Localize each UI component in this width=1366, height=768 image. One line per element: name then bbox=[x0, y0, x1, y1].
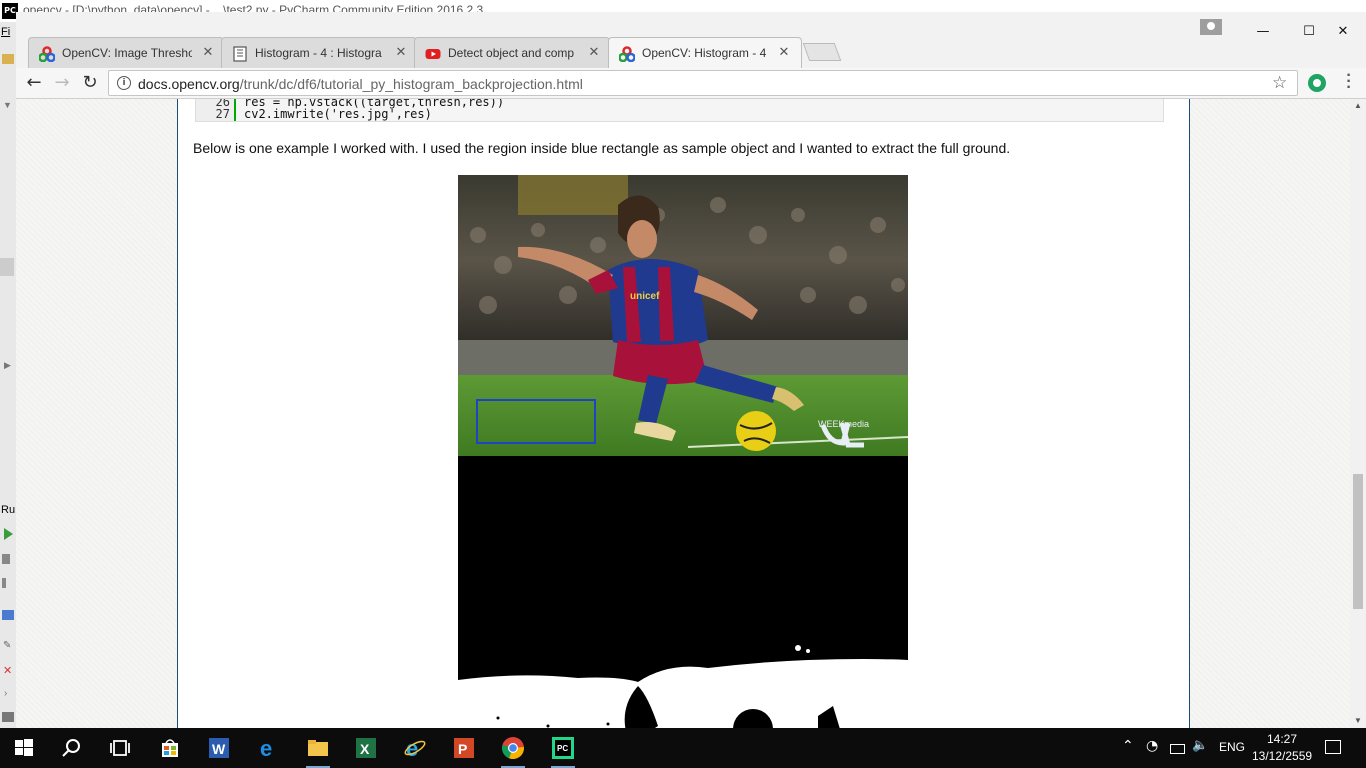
info-icon[interactable]: i bbox=[117, 76, 131, 90]
search-icon[interactable] bbox=[60, 736, 84, 760]
svg-text:PC: PC bbox=[557, 744, 568, 753]
new-tab-button[interactable] bbox=[802, 43, 842, 61]
scroll-down-icon[interactable]: ▼ bbox=[1350, 714, 1366, 728]
tab-title: Histogram - 4 : Histogra bbox=[255, 46, 382, 60]
page-viewport: 26 res = np.vstack((target,thresh,res)) … bbox=[16, 99, 1350, 728]
mask-illustration bbox=[458, 645, 908, 728]
close-icon[interactable]: ✕ bbox=[587, 44, 601, 60]
reload-button[interactable]: ↻ bbox=[79, 72, 101, 94]
opencv-logo-icon bbox=[619, 46, 635, 62]
back-button[interactable]: ← bbox=[23, 72, 45, 94]
pycharm-pin-icon[interactable]: ✎ bbox=[3, 640, 11, 651]
tab-histogram-4[interactable]: Histogram - 4 : Histogra ✕ bbox=[221, 37, 417, 68]
pycharm-collapse-icon[interactable]: ▼ bbox=[3, 100, 12, 110]
address-bar[interactable]: i docs.opencv.org/trunk/dc/df6/tutorial_… bbox=[108, 70, 1298, 96]
svg-text:X: X bbox=[360, 741, 370, 757]
code-block: 26 res = np.vstack((target,thresh,res)) … bbox=[195, 99, 1164, 122]
close-icon[interactable]: ✕ bbox=[394, 44, 408, 60]
url-text[interactable]: docs.opencv.org/trunk/dc/df6/tutorial_py… bbox=[138, 76, 583, 92]
minimize-button[interactable]: — bbox=[1240, 22, 1286, 42]
internet-explorer-icon[interactable]: e bbox=[403, 736, 427, 760]
football-player-photo: unicef WEEKmedia bbox=[458, 175, 908, 456]
code-line: cv2.imwrite('res.jpg',res) bbox=[244, 107, 432, 121]
task-view-icon[interactable] bbox=[108, 736, 132, 760]
tab-detect-object[interactable]: Detect object and comp ✕ bbox=[414, 37, 610, 68]
store-icon[interactable] bbox=[158, 736, 182, 760]
jersey-text: unicef bbox=[630, 291, 660, 302]
tab-title: Detect object and comp bbox=[448, 46, 575, 60]
vertical-scrollbar[interactable]: ▲ ▼ bbox=[1350, 99, 1366, 728]
watermark-text: WEEKmedia bbox=[818, 419, 870, 429]
forward-button[interactable]: → bbox=[51, 72, 73, 94]
opencv-logo-icon bbox=[39, 46, 55, 62]
pycharm-menu-stub[interactable]: Fi bbox=[1, 26, 10, 38]
tab-opencv-thresholding[interactable]: OpenCV: Image Thresho ✕ bbox=[28, 37, 224, 68]
pycharm-layout-icon[interactable] bbox=[2, 610, 14, 620]
pycharm-folder-icon[interactable] bbox=[2, 54, 14, 64]
chrome-window: OpenCV: Image Thresho ✕ Histogram - 4 : … bbox=[16, 12, 1366, 728]
clock-date[interactable]: 13/12/2559 bbox=[1252, 749, 1312, 763]
svg-text:e: e bbox=[260, 736, 272, 760]
tab-opencv-histogram[interactable]: OpenCV: Histogram - 4 : ✕ bbox=[608, 37, 802, 68]
battery-icon[interactable] bbox=[1170, 744, 1185, 754]
menu-icon[interactable]: · · · bbox=[1342, 68, 1356, 96]
svg-text:W: W bbox=[212, 741, 226, 757]
close-icon[interactable]: ✕ bbox=[777, 44, 791, 60]
pycharm-more-icon[interactable]: › bbox=[4, 688, 7, 699]
pycharm-icon[interactable]: PC bbox=[551, 736, 575, 768]
tab-strip: OpenCV: Image Thresho ✕ Histogram - 4 : … bbox=[16, 12, 1366, 68]
extension-icon[interactable] bbox=[1308, 74, 1326, 92]
scroll-up-icon[interactable]: ▲ bbox=[1350, 99, 1366, 113]
notifications-icon[interactable] bbox=[1325, 740, 1341, 754]
file-explorer-icon[interactable] bbox=[306, 736, 330, 768]
chrome-icon[interactable] bbox=[501, 736, 525, 768]
tab-title: OpenCV: Histogram - 4 : bbox=[642, 46, 770, 60]
pycharm-pause-icon[interactable] bbox=[2, 578, 6, 588]
sample-region-rectangle bbox=[476, 399, 596, 444]
pycharm-run-stub[interactable]: Ru bbox=[1, 504, 15, 516]
close-window-button[interactable]: ✕ bbox=[1320, 22, 1366, 42]
edge-icon[interactable]: e bbox=[257, 736, 281, 760]
pycharm-expand-icon[interactable]: ▶ bbox=[4, 360, 11, 371]
bookmark-star-icon[interactable]: ☆ bbox=[1272, 73, 1287, 93]
wifi-icon[interactable]: ◔ bbox=[1146, 738, 1158, 754]
excel-icon[interactable]: X bbox=[354, 736, 378, 760]
language-indicator[interactable]: ENG bbox=[1219, 740, 1245, 754]
pycharm-structure-icon[interactable] bbox=[2, 712, 14, 722]
line-number: 27 bbox=[215, 107, 230, 121]
tray-chevron-icon[interactable]: ⌃ bbox=[1122, 738, 1134, 754]
start-icon[interactable] bbox=[12, 736, 36, 760]
close-icon[interactable]: ✕ bbox=[201, 44, 215, 60]
scrollbar-thumb[interactable] bbox=[1353, 474, 1363, 609]
windows-taskbar: W e X e P PC ⌃ ◔ 🔈 ENG 14:27 13/12/2559 bbox=[0, 728, 1366, 768]
pycharm-scroll-marker bbox=[0, 258, 14, 276]
backprojection-mask bbox=[458, 456, 908, 728]
example-paragraph: Below is one example I worked with. I us… bbox=[193, 140, 1011, 156]
pycharm-stop-icon[interactable] bbox=[2, 554, 10, 564]
pycharm-close-icon[interactable]: ✕ bbox=[3, 664, 12, 677]
profile-icon[interactable] bbox=[1200, 19, 1222, 35]
tab-title: OpenCV: Image Thresho bbox=[62, 46, 192, 60]
browser-toolbar: ← → ↻ i docs.opencv.org/trunk/dc/df6/tut… bbox=[16, 68, 1366, 99]
page-content: 26 res = np.vstack((target,thresh,res)) … bbox=[177, 99, 1190, 728]
url-host: docs.opencv.org bbox=[138, 76, 240, 92]
youtube-icon bbox=[425, 49, 441, 59]
svg-text:P: P bbox=[458, 741, 467, 757]
word-icon[interactable]: W bbox=[207, 736, 231, 760]
pycharm-run-icon[interactable] bbox=[4, 528, 13, 540]
clock-time[interactable]: 14:27 bbox=[1267, 732, 1297, 746]
volume-icon[interactable]: 🔈 bbox=[1192, 738, 1208, 753]
powerpoint-icon[interactable]: P bbox=[452, 736, 476, 760]
pycharm-side-strip: Fi ▼ ▶ Ru ✎ ✕ › bbox=[0, 22, 17, 728]
page-icon bbox=[233, 46, 247, 62]
url-path: /trunk/dc/df6/tutorial_py_histogram_back… bbox=[239, 76, 583, 92]
